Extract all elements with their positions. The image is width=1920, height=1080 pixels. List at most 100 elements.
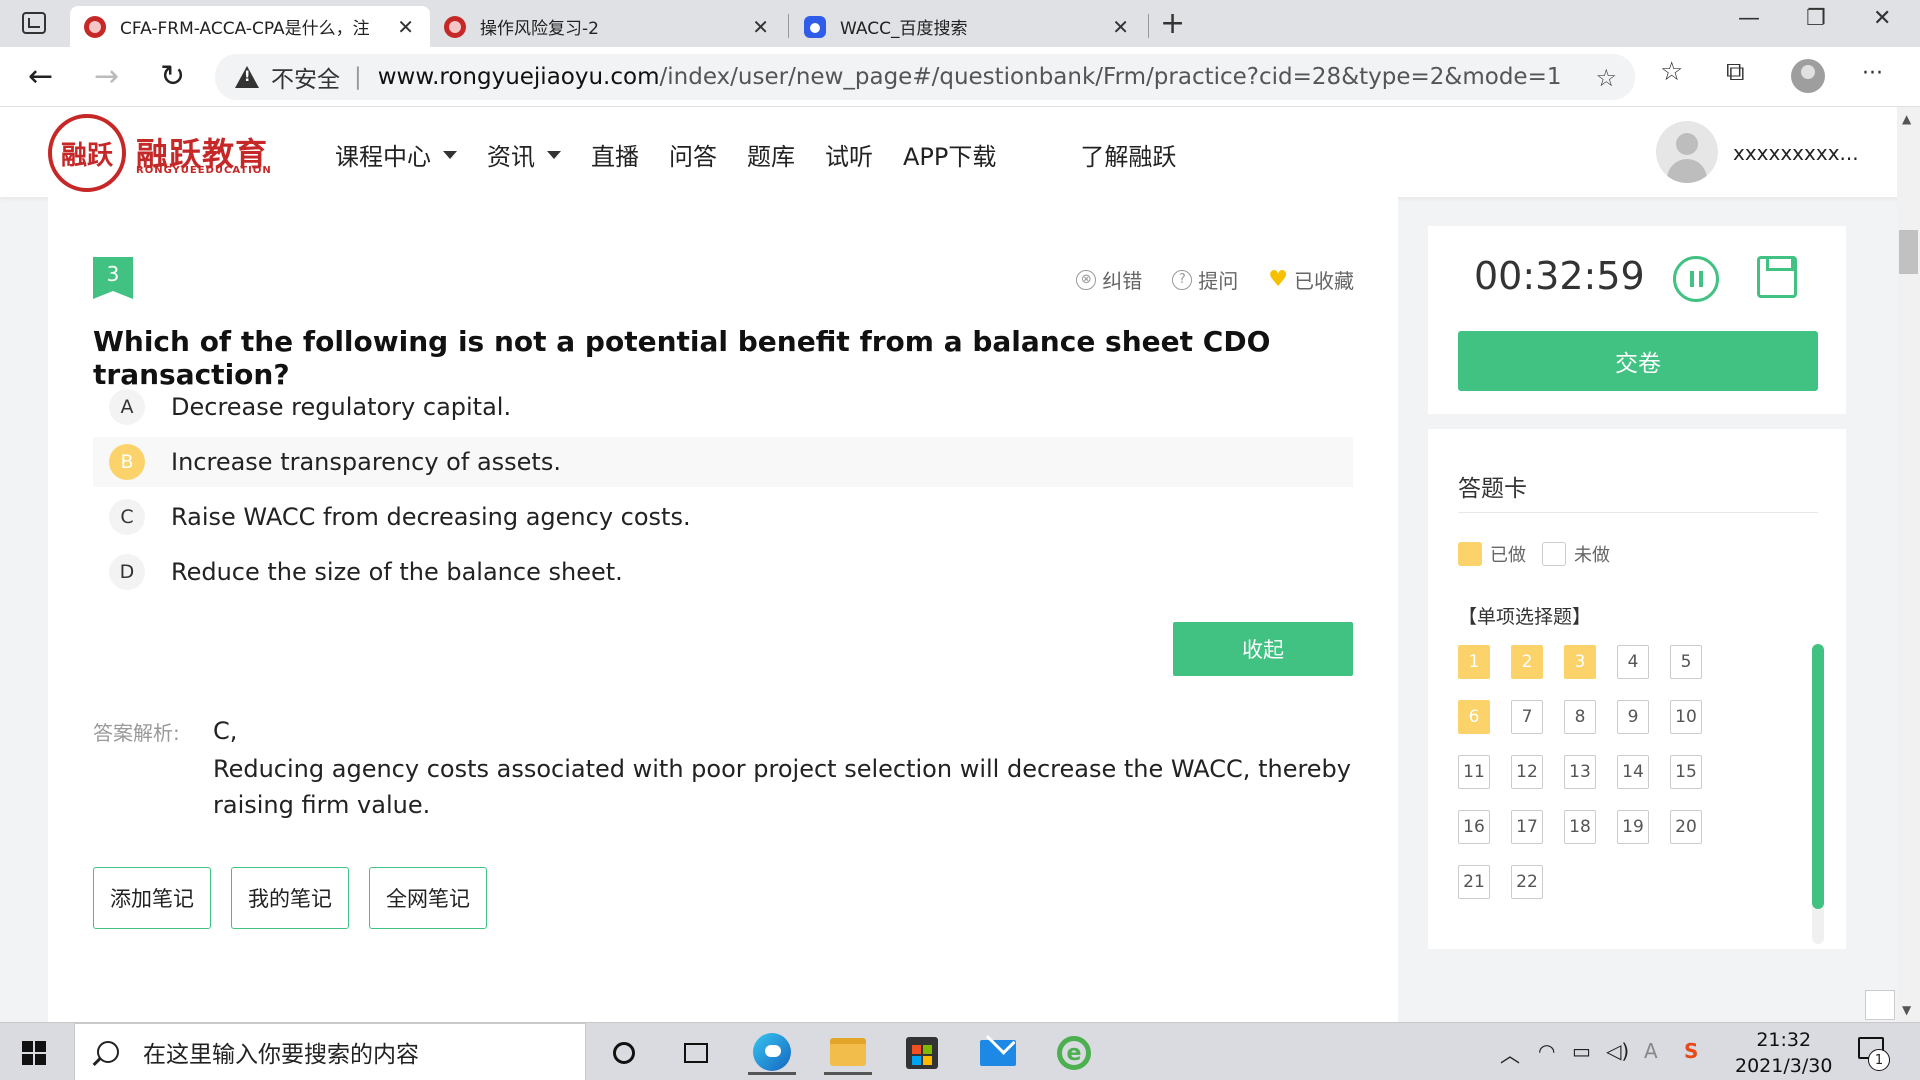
close-circle-icon: ⊗ [1076,269,1097,290]
question-cell-16[interactable]: 16 [1458,810,1490,844]
forward-button[interactable]: → [94,59,119,94]
tab-actions-icon[interactable] [22,12,46,34]
question-cell-18[interactable]: 18 [1564,810,1596,844]
question-cell-19[interactable]: 19 [1617,810,1649,844]
favorites-icon[interactable]: ☆ [1660,57,1683,87]
store-taskbar-button[interactable] [898,1031,946,1075]
option-d[interactable]: D Reduce the size of the balance sheet. [93,547,1353,597]
ask-question-button[interactable]: ? 提问 [1172,265,1238,294]
wifi-icon[interactable]: ◠ [1538,1039,1555,1063]
option-a[interactable]: A Decrease regulatory capital. [93,382,1353,432]
page-scroll-thumb[interactable] [1899,230,1918,274]
scroll-up-icon[interactable]: ▲ [1902,112,1911,126]
question-cell-14[interactable]: 14 [1617,755,1649,789]
question-cell-22[interactable]: 22 [1511,865,1543,899]
nav-news[interactable]: 资讯 [487,137,561,172]
report-error-button[interactable]: ⊗ 纠错 [1076,265,1142,294]
question-cell-11[interactable]: 11 [1458,755,1490,789]
collapse-button[interactable]: 收起 [1173,622,1353,676]
pause-icon[interactable] [1673,256,1719,302]
tab-close-icon[interactable]: ✕ [1112,15,1129,39]
close-window-button[interactable]: ✕ [1873,6,1891,31]
user-avatar[interactable] [1656,121,1718,183]
question-cell-2[interactable]: 2 [1511,645,1543,679]
tab-cfa-frm[interactable]: CFA-FRM-ACCA-CPA是什么，注 ✕ [70,6,430,47]
nav-question-bank[interactable]: 题库 [747,137,795,172]
question-cell-12[interactable]: 12 [1511,755,1543,789]
taskbar: 在这里输入你要搜索的内容 e ︿ ◠ ▭ ◁) A S 21:32 2021/3… [0,1022,1920,1080]
option-letter: C [109,499,145,535]
question-cell-5[interactable]: 5 [1670,645,1702,679]
ime-indicator[interactable]: A [1644,1039,1658,1063]
add-note-button[interactable]: 添加笔记 [93,867,211,929]
question-cell-1[interactable]: 1 [1458,645,1490,679]
option-c[interactable]: C Raise WACC from decreasing agency cost… [93,492,1353,542]
cortana-button[interactable] [600,1031,648,1075]
favorite-button[interactable]: ♥ 已收藏 [1268,265,1354,294]
taskbar-search[interactable]: 在这里输入你要搜索的内容 [74,1023,586,1080]
question-cell-13[interactable]: 13 [1564,755,1596,789]
question-cell-20[interactable]: 20 [1670,810,1702,844]
add-favorite-icon[interactable]: ☆ [1595,64,1617,92]
back-button[interactable]: ← [28,59,53,94]
question-cell-7[interactable]: 7 [1511,700,1543,734]
scroll-down-icon[interactable]: ▼ [1902,1003,1911,1017]
user-name[interactable]: xxxxxxxxx... [1733,141,1859,165]
ie-taskbar-button[interactable]: e [1050,1031,1098,1075]
edge-browser-icon [753,1032,791,1071]
collections-icon[interactable]: ⧉ [1726,57,1745,88]
option-text: Decrease regulatory capital. [171,393,512,421]
answer-card-scroll-thumb[interactable] [1812,644,1824,909]
question-cell-4[interactable]: 4 [1617,645,1649,679]
logo-seal[interactable]: 融跃 [48,114,126,192]
tab-close-icon[interactable]: ✕ [397,15,414,39]
question-cell-8[interactable]: 8 [1564,700,1596,734]
new-tab-button[interactable]: + [1160,6,1185,41]
mail-taskbar-button[interactable] [974,1031,1022,1075]
nav-live[interactable]: 直播 [591,137,639,172]
maximize-button[interactable]: ❐ [1806,6,1826,31]
search-icon [97,1041,119,1063]
tab-operational-risk[interactable]: 操作风险复习-2 ✕ [430,6,785,47]
cortana-icon [613,1042,635,1064]
nav-qa[interactable]: 问答 [669,137,717,172]
more-menu-icon[interactable]: ··· [1862,61,1883,86]
tab-close-icon[interactable]: ✕ [752,15,769,39]
question-cell-3[interactable]: 3 [1564,645,1596,679]
task-view-button[interactable] [672,1031,720,1075]
my-notes-button[interactable]: 我的笔记 [231,867,349,929]
all-notes-button[interactable]: 全网笔记 [369,867,487,929]
answer-card-title: 答题卡 [1458,476,1527,502]
edge-taskbar-button[interactable] [748,1031,796,1075]
url-domain: www.rongyuejiaoyu.com [377,64,660,90]
browser-tab-bar: CFA-FRM-ACCA-CPA是什么，注 ✕ 操作风险复习-2 ✕ WACC_… [0,0,1920,47]
battery-icon[interactable]: ▭ [1572,1039,1591,1063]
url-field[interactable]: 不安全 | www.rongyuejiaoyu.com /index/user/… [215,54,1635,100]
nav-course-center[interactable]: 课程中心 [335,137,457,172]
taskbar-clock[interactable]: 21:32 2021/3/30 [1735,1027,1832,1079]
question-cell-21[interactable]: 21 [1458,865,1490,899]
tab-title: 操作风险复习-2 [480,19,599,39]
notification-badge: 1 [1868,1049,1890,1071]
submit-exam-button[interactable]: 交卷 [1458,331,1818,391]
save-icon[interactable] [1757,256,1797,298]
option-b[interactable]: B Increase transparency of assets. [93,437,1353,487]
nav-app-download[interactable]: APP下载 [903,137,996,172]
minimize-button[interactable]: — [1738,6,1760,31]
volume-icon[interactable]: ◁) [1606,1039,1629,1063]
tab-title: CFA-FRM-ACCA-CPA是什么，注 [120,19,370,39]
profile-avatar-icon[interactable] [1791,59,1825,93]
windows-start-icon[interactable] [22,1041,46,1065]
question-cell-17[interactable]: 17 [1511,810,1543,844]
sogou-ime-icon[interactable]: S [1684,1039,1698,1063]
tray-chevron-icon[interactable]: ︿ [1500,1039,1520,1068]
nav-about[interactable]: 了解融跃 [1080,137,1176,172]
question-cell-10[interactable]: 10 [1670,700,1702,734]
reload-button[interactable]: ↻ [160,59,185,94]
question-cell-9[interactable]: 9 [1617,700,1649,734]
tab-wacc-baidu[interactable]: WACC_百度搜索 ✕ [790,6,1145,47]
question-cell-15[interactable]: 15 [1670,755,1702,789]
question-cell-6[interactable]: 6 [1458,700,1490,734]
nav-trial[interactable]: 试听 [825,137,873,172]
explorer-taskbar-button[interactable] [824,1031,872,1075]
